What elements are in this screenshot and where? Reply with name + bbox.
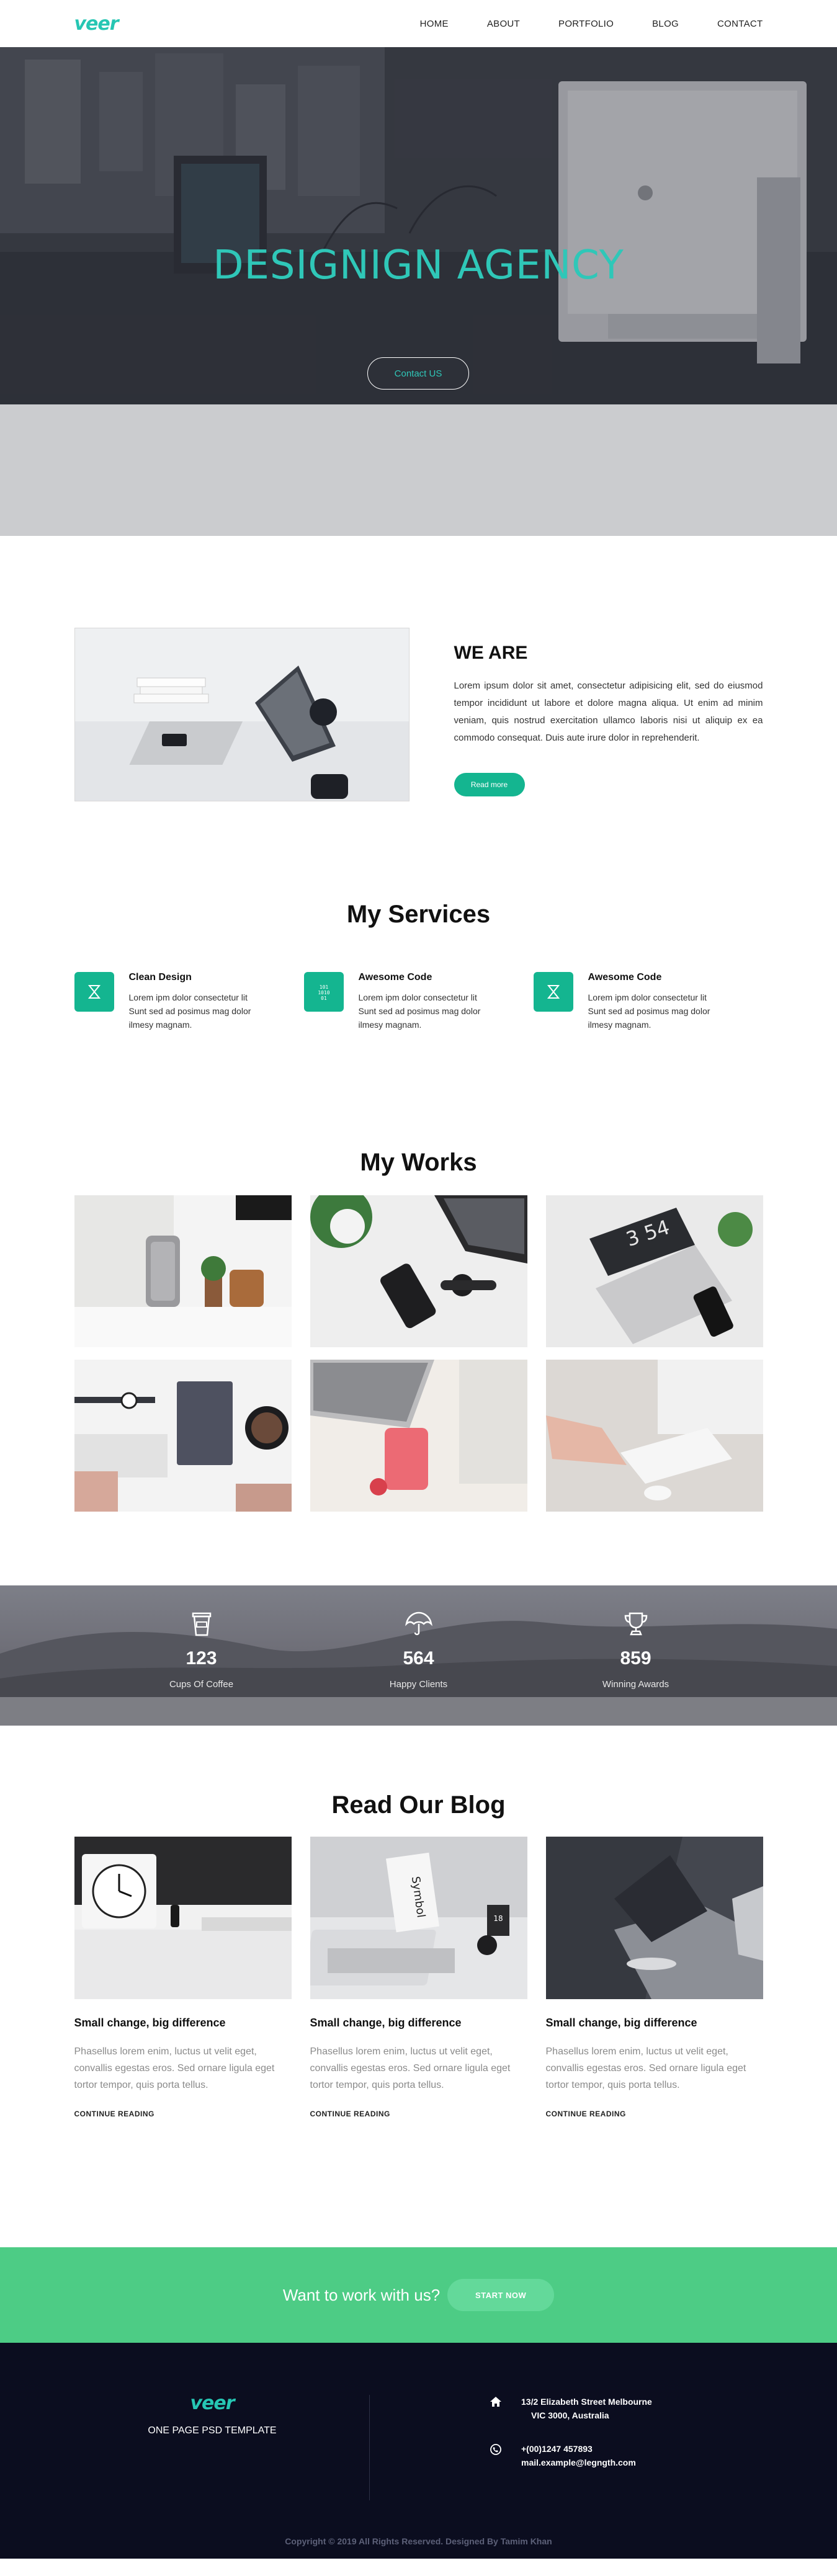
stat-item: 564 Happy Clients bbox=[351, 1585, 487, 1690]
blog-post-title[interactable]: Small change, big difference bbox=[310, 2017, 527, 2030]
logo[interactable]: veer bbox=[74, 13, 119, 35]
work-item[interactable] bbox=[545, 1360, 763, 1512]
phone-icon bbox=[486, 2442, 505, 2469]
works-grid: 3 54 bbox=[74, 1195, 763, 1512]
stat-value: 859 bbox=[620, 1648, 651, 1669]
service-text: Lorem ipm dolor consectetur lit Sunt sed… bbox=[358, 992, 481, 1030]
work-item[interactable] bbox=[74, 1195, 292, 1347]
hero-gray-band bbox=[0, 404, 837, 536]
about-section: WE ARE Lorem ipsum dolor sit amet, conse… bbox=[0, 536, 837, 876]
top-nav: veer HOME ABOUT PORTFOLIO BLOG CONTACT bbox=[0, 0, 837, 47]
blog-title: Read Our Blog bbox=[331, 1791, 506, 1819]
works-section: My Works 3 54 bbox=[0, 1149, 837, 1585]
phone-number[interactable]: +(00)1247 457893 bbox=[521, 2442, 636, 2456]
read-more-button[interactable]: Read more bbox=[454, 773, 525, 796]
blog-section: Read Our Blog Small change, big differen… bbox=[0, 1726, 837, 2247]
footer-tagline: ONE PAGE PSD TEMPLATE bbox=[148, 2425, 277, 2436]
design-icon bbox=[74, 972, 114, 1012]
coffee-cup-icon bbox=[192, 1612, 211, 1636]
menu-item-blog[interactable]: BLOG bbox=[652, 19, 679, 29]
stat-item: 859 Winning Awards bbox=[568, 1585, 704, 1690]
stat-value: 123 bbox=[186, 1648, 217, 1669]
umbrella-icon bbox=[405, 1611, 432, 1636]
blog-post-excerpt: Phasellus lorem enim, luctus ut velit eg… bbox=[545, 2046, 746, 2090]
service-title: Awesome Code bbox=[588, 972, 662, 983]
service-text: Lorem ipm dolor consectetur lit Sunt sed… bbox=[128, 992, 251, 1030]
menu-item-home[interactable]: HOME bbox=[420, 19, 449, 29]
footer: veer ONE PAGE PSD TEMPLATE 13/2 Elizabet… bbox=[0, 2343, 837, 2559]
blog-post: Small change, big difference Phasellus l… bbox=[545, 1837, 763, 2119]
stat-item: 123 Cups Of Coffee bbox=[133, 1585, 270, 1690]
footer-contact: +(00)1247 457893 mail.example@legngth.co… bbox=[486, 2442, 636, 2469]
hero-title: DESIGNIGN AGENCY bbox=[213, 243, 624, 288]
service-card: 101 1010 01 Awesome Code Lorem ipm dolor… bbox=[303, 972, 534, 1032]
blog-post-title[interactable]: Small change, big difference bbox=[546, 2017, 763, 2030]
blog-post: Symbol 18 Small change, big difference P… bbox=[310, 1837, 527, 2119]
service-text: Lorem ipm dolor consectetur lit Sunt sed… bbox=[588, 992, 710, 1030]
service-card: Clean Design Lorem ipm dolor consectetur… bbox=[74, 972, 304, 1032]
blog-post-image[interactable] bbox=[545, 1837, 763, 1999]
code-icon: 101 1010 01 bbox=[303, 972, 344, 1012]
trophy-icon bbox=[624, 1612, 647, 1636]
address-line-2: VIC 3000, Australia bbox=[531, 2410, 609, 2420]
contact-us-button[interactable]: Contact US bbox=[367, 357, 469, 390]
svg-text:101: 101 bbox=[319, 984, 328, 990]
main-menu: HOME ABOUT PORTFOLIO BLOG CONTACT bbox=[382, 19, 763, 29]
home-icon bbox=[486, 2395, 505, 2422]
work-item[interactable] bbox=[310, 1360, 527, 1512]
cta-banner: Want to work with us? START NOW bbox=[0, 2247, 837, 2343]
service-card: Awesome Code Lorem ipm dolor consectetur… bbox=[533, 972, 763, 1032]
about-paragraph: Lorem ipsum dolor sit amet, consectetur … bbox=[454, 680, 763, 743]
work-item[interactable] bbox=[74, 1360, 292, 1512]
blog-post-title[interactable]: Small change, big difference bbox=[74, 2017, 292, 2030]
footer-divider bbox=[369, 2395, 370, 2500]
menu-item-portfolio[interactable]: PORTFOLIO bbox=[558, 19, 614, 29]
svg-text:01: 01 bbox=[321, 996, 327, 1001]
footer-address: 13/2 Elizabeth Street Melbourne VIC 3000… bbox=[486, 2395, 652, 2422]
works-title: My Works bbox=[360, 1149, 477, 1176]
service-title: Clean Design bbox=[128, 972, 192, 983]
about-image bbox=[74, 628, 410, 801]
work-item[interactable] bbox=[310, 1195, 527, 1347]
work-item[interactable]: 3 54 bbox=[545, 1195, 763, 1347]
copyright-text: Copyright © 2019 All Rights Reserved. De… bbox=[285, 2536, 552, 2546]
continue-reading-link[interactable]: CONTINUE READING bbox=[74, 2110, 154, 2118]
continue-reading-link[interactable]: CONTINUE READING bbox=[546, 2110, 626, 2118]
svg-text:18: 18 bbox=[493, 1914, 503, 1923]
svg-text:1010: 1010 bbox=[318, 990, 329, 996]
service-title: Awesome Code bbox=[358, 972, 432, 983]
hero: DESIGNIGN AGENCY Contact US bbox=[0, 47, 837, 404]
blog-post-excerpt: Phasellus lorem enim, luctus ut velit eg… bbox=[310, 2046, 511, 2090]
start-now-button[interactable]: START NOW bbox=[447, 2279, 555, 2311]
blog-post-image[interactable] bbox=[74, 1837, 292, 1999]
design-icon bbox=[533, 972, 573, 1012]
stat-value: 564 bbox=[403, 1648, 434, 1669]
blog-post: Small change, big difference Phasellus l… bbox=[74, 1837, 292, 2119]
blog-post-image[interactable]: Symbol 18 bbox=[310, 1837, 527, 1999]
address-line-1: 13/2 Elizabeth Street Melbourne bbox=[521, 2397, 652, 2407]
services-section: My Services Clean Design Lorem ipm dolor… bbox=[0, 876, 837, 1149]
menu-item-about[interactable]: ABOUT bbox=[487, 19, 520, 29]
stat-label: Happy Clients bbox=[389, 1679, 448, 1690]
stat-label: Cups Of Coffee bbox=[169, 1679, 234, 1690]
cta-text: Want to work with us? bbox=[282, 2285, 441, 2304]
services-title: My Services bbox=[346, 901, 491, 928]
email-address[interactable]: mail.example@legngth.com bbox=[521, 2456, 636, 2469]
about-title: WE ARE bbox=[454, 643, 528, 663]
continue-reading-link[interactable]: CONTINUE READING bbox=[310, 2110, 390, 2118]
blog-post-excerpt: Phasellus lorem enim, luctus ut velit eg… bbox=[74, 2046, 275, 2090]
stat-label: Winning Awards bbox=[602, 1679, 669, 1690]
stats-section: 123 Cups Of Coffee 564 Happy Clients 859… bbox=[0, 1585, 837, 1726]
footer-logo[interactable]: veer bbox=[138, 2392, 287, 2414]
menu-item-contact[interactable]: CONTACT bbox=[717, 19, 763, 29]
